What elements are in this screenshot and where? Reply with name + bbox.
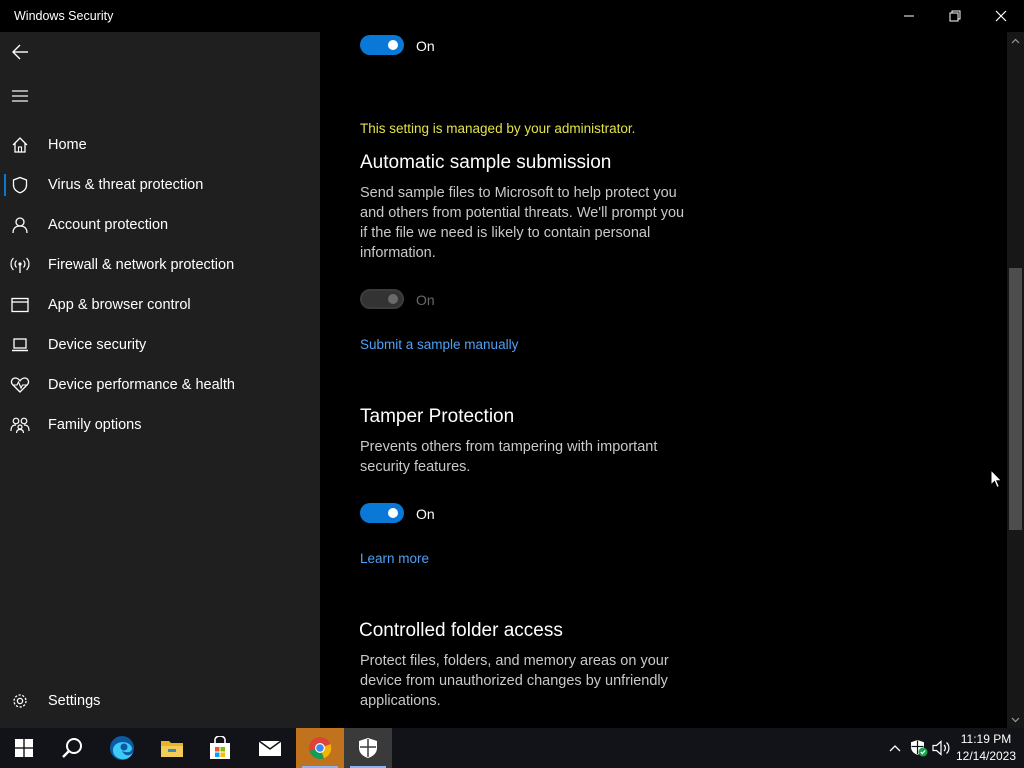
close-button[interactable] <box>978 0 1024 32</box>
start-icon <box>15 739 33 757</box>
system-clock[interactable]: 11:19 PM 12/14/2023 <box>954 731 1018 765</box>
sample-submission-toggle-state: On <box>416 292 435 308</box>
chrome-icon <box>309 737 332 760</box>
file-explorer-taskbar-button[interactable] <box>148 728 196 768</box>
back-button[interactable] <box>0 32 40 72</box>
sample-submission-toggle[interactable] <box>360 289 404 309</box>
clock-time: 11:19 PM <box>960 732 1012 746</box>
sidebar-item-label: Device security <box>48 337 147 353</box>
sidebar-item-home[interactable]: Home <box>0 125 320 165</box>
antenna-icon <box>0 245 40 285</box>
sidebar-item-virus-threat-protection[interactable]: Virus & threat protection <box>0 165 320 205</box>
tamper-protection-toggle[interactable] <box>360 503 404 523</box>
sample-submission-description: Send sample files to Microsoft to help p… <box>360 185 685 261</box>
file-explorer-icon <box>161 741 183 757</box>
tamper-protection-toggle-state: On <box>416 506 435 522</box>
chevron-up-icon <box>889 745 901 752</box>
restore-button[interactable] <box>932 0 978 32</box>
sidebar-item-label: Virus & threat protection <box>48 177 204 193</box>
sidebar-item-label: Home <box>48 137 87 153</box>
shield-icon <box>0 165 40 205</box>
top-toggle-switch[interactable] <box>360 35 404 55</box>
sidebar-item-label: Account protection <box>48 217 169 233</box>
windows-security-taskbar-button[interactable] <box>344 728 392 768</box>
chrome-taskbar-button[interactable] <box>296 728 344 768</box>
mail-taskbar-button[interactable] <box>246 728 294 768</box>
scroll-thumb[interactable] <box>1009 268 1022 530</box>
vertical-scrollbar[interactable] <box>1007 32 1024 728</box>
sidebar-item-device-performance-health[interactable]: Device performance & health <box>0 365 320 405</box>
hamburger-menu-button[interactable] <box>0 76 40 116</box>
search-icon <box>62 738 82 758</box>
store-taskbar-button[interactable] <box>196 728 244 768</box>
scroll-down-arrow-icon[interactable] <box>1007 713 1024 727</box>
sidebar-item-label: Device performance & health <box>48 377 235 393</box>
laptop-icon <box>0 325 40 365</box>
edge-icon <box>110 736 134 760</box>
person-icon <box>0 205 40 245</box>
gear-icon <box>0 681 40 721</box>
heart-pulse-icon <box>0 365 40 405</box>
edge-taskbar-button[interactable] <box>98 728 146 768</box>
sidebar-item-label: Family options <box>48 417 142 433</box>
sidebar-item-label: App & browser control <box>48 297 191 313</box>
controlled-folder-access-description: Protect files, folders, and memory areas… <box>360 653 669 709</box>
volume-button[interactable] <box>930 728 954 768</box>
top-toggle-state: On <box>416 38 435 54</box>
submit-sample-manually-link[interactable]: Submit a sample manually <box>360 337 518 352</box>
sidebar-item-device-security[interactable]: Device security <box>0 325 320 365</box>
sample-submission-title: Automatic sample submission <box>360 152 612 173</box>
hamburger-icon <box>12 90 28 102</box>
sidebar-item-label: Firewall & network protection <box>48 257 235 273</box>
back-arrow-icon <box>12 44 28 60</box>
shield-check-icon <box>911 740 928 757</box>
sidebar-item-family-options[interactable]: Family options <box>0 405 320 445</box>
tray-security-button[interactable] <box>908 728 930 768</box>
taskbar: 11:19 PM 12/14/2023 <box>0 728 1024 768</box>
speaker-icon <box>932 740 950 756</box>
sidebar-item-settings[interactable]: Settings <box>0 681 320 721</box>
settings-label: Settings <box>48 693 101 709</box>
minimize-button[interactable] <box>886 0 932 32</box>
sidebar-item-firewall-network-protection[interactable]: Firewall & network protection <box>0 245 320 285</box>
windows-security-icon <box>359 738 377 758</box>
mail-icon <box>258 740 282 756</box>
sidebar-item-app-browser-control[interactable]: App & browser control <box>0 285 320 325</box>
clock-date: 12/14/2023 <box>955 749 1017 763</box>
store-icon <box>210 736 230 759</box>
start-button[interactable] <box>0 728 48 768</box>
show-hidden-icons-button[interactable] <box>884 728 906 768</box>
mouse-cursor-icon <box>990 468 1003 494</box>
family-icon <box>0 405 40 445</box>
tamper-protection-title: Tamper Protection <box>360 406 515 427</box>
managed-by-admin-notice: This setting is managed by your administ… <box>360 121 636 136</box>
sidebar: Home Virus & threat protection Account p… <box>0 32 320 728</box>
scroll-up-arrow-icon[interactable] <box>1007 34 1024 48</box>
search-button[interactable] <box>48 728 96 768</box>
tamper-protection-description: Prevents others from tampering with impo… <box>360 439 658 475</box>
title-bar: Windows Security <box>0 0 1024 32</box>
controlled-folder-access-title: Controlled folder access <box>359 620 563 641</box>
sidebar-item-account-protection[interactable]: Account protection <box>0 205 320 245</box>
learn-more-link[interactable]: Learn more <box>360 551 429 566</box>
browser-window-icon <box>0 285 40 325</box>
home-icon <box>0 125 40 165</box>
window-title: Windows Security <box>14 9 114 23</box>
main-content: On This setting is managed by your admin… <box>320 32 1024 728</box>
